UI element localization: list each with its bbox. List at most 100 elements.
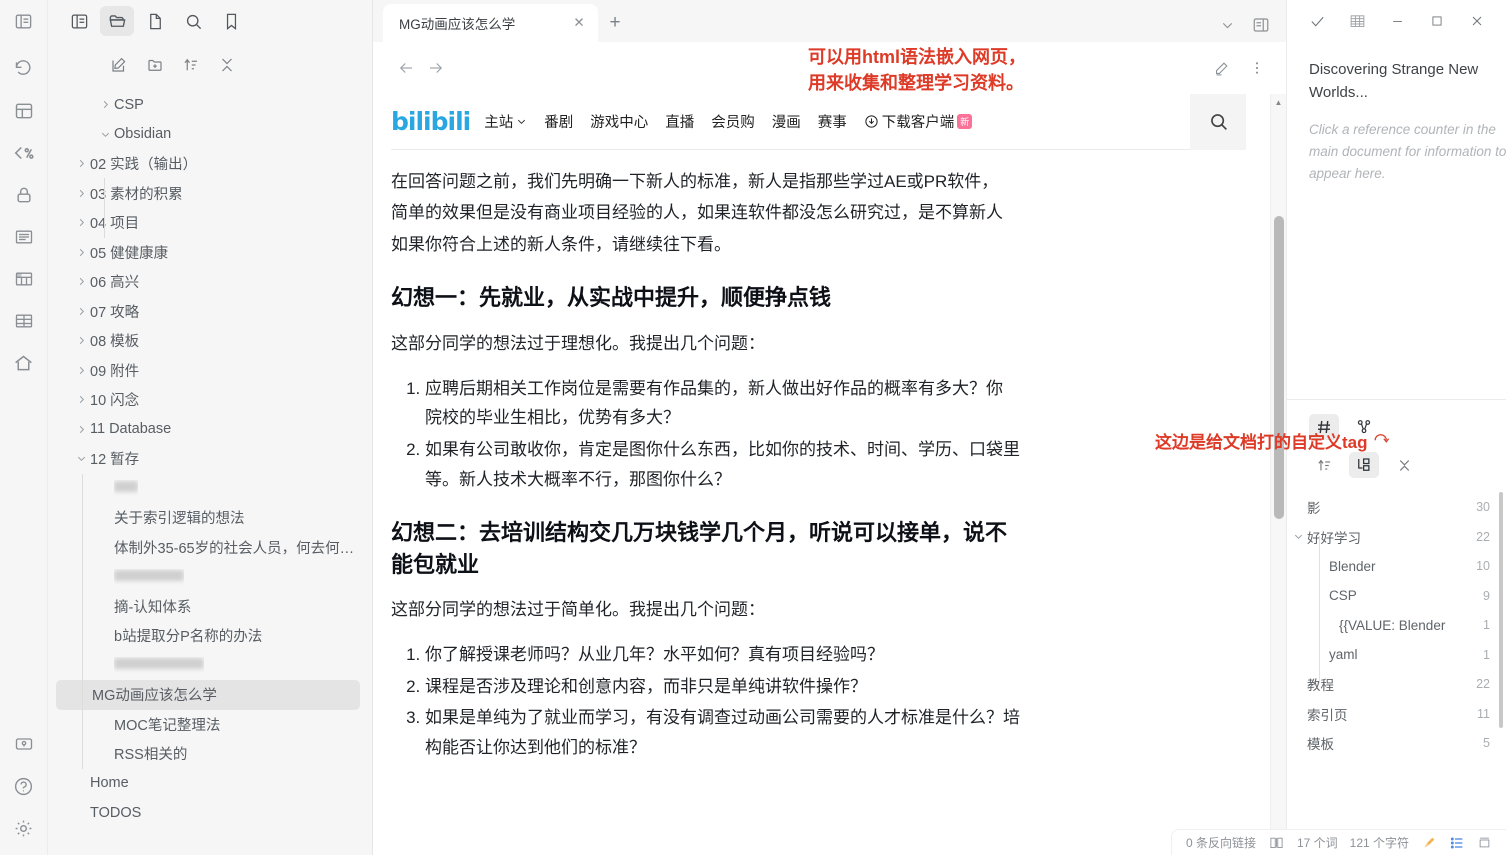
lock-icon[interactable] xyxy=(11,182,37,208)
scrollbar-thumb[interactable] xyxy=(1274,216,1284,519)
chevron-right-icon[interactable] xyxy=(72,276,90,287)
chevron-down-icon[interactable] xyxy=(1216,14,1238,36)
lines-icon[interactable] xyxy=(11,224,37,250)
file-tree-folder[interactable]: 11 Database xyxy=(48,415,372,445)
chevron-right-icon[interactable] xyxy=(72,188,90,199)
collapse-all-icon[interactable] xyxy=(214,52,240,78)
sort-asc-icon[interactable] xyxy=(1309,452,1339,478)
file-tree-folder[interactable]: 04 项目 xyxy=(48,208,372,238)
file-tree[interactable]: CSPObsidian02 实践（输出）03 素材的积累04 项目05 健健康康… xyxy=(48,88,372,855)
tag-list[interactable]: 影30好好学习22Blender10CSP9{{VALUE: Blender1y… xyxy=(1287,492,1506,855)
file-tree-folder[interactable]: CSP xyxy=(48,90,372,120)
new-tab-button[interactable]: + xyxy=(598,4,632,42)
pencil-icon[interactable] xyxy=(1210,57,1232,79)
list-icon[interactable] xyxy=(1449,835,1465,851)
maximize-button[interactable] xyxy=(1426,10,1448,32)
forward-arrow-icon[interactable] xyxy=(421,53,451,83)
chevron-right-icon[interactable] xyxy=(72,394,90,405)
chevron-down-icon[interactable] xyxy=(96,129,114,140)
file-tree-item[interactable]: 关于索引逻辑的想法 xyxy=(48,503,372,533)
tag-list-scrollbar[interactable] xyxy=(1499,492,1503,728)
home-icon[interactable] xyxy=(11,350,37,376)
help-icon[interactable] xyxy=(11,773,37,799)
chevron-down-icon[interactable] xyxy=(72,453,90,464)
file-tree-folder[interactable]: 08 模板 xyxy=(48,326,372,356)
grid-table-icon[interactable] xyxy=(1346,10,1368,32)
file-tree-item[interactable]: b站提取分P名称的办法 xyxy=(48,621,372,651)
close-icon[interactable]: ✕ xyxy=(570,14,588,32)
bilibili-nav[interactable]: 主站番剧游戏中心直播会员购漫画赛事下载客户端新 xyxy=(484,111,972,132)
box-icon[interactable] xyxy=(1477,835,1492,850)
new-folder-icon[interactable] xyxy=(142,52,168,78)
file-tree-item[interactable] xyxy=(48,474,372,504)
file-tree-folder[interactable]: 05 健健康康 xyxy=(48,238,372,268)
file-tree-folder[interactable]: 09 附件 xyxy=(48,356,372,386)
chevron-right-icon[interactable] xyxy=(72,365,90,376)
more-vertical-icon[interactable] xyxy=(1246,57,1268,79)
new-note-icon[interactable] xyxy=(106,52,132,78)
table-split-icon[interactable] xyxy=(11,266,37,292)
file-tree-folder[interactable]: 03 素材的积累 xyxy=(48,179,372,209)
settings-gear-icon[interactable] xyxy=(11,815,37,841)
left-sidebar-toggle-icon[interactable] xyxy=(11,8,37,34)
file-tree-item[interactable]: TODOS xyxy=(48,798,372,828)
chevron-right-icon[interactable] xyxy=(72,247,90,258)
explorer-tab-files[interactable] xyxy=(100,6,134,36)
bilibili-nav-item[interactable]: 游戏中心 xyxy=(590,111,648,132)
explorer-tab-bookmarks[interactable] xyxy=(214,6,248,36)
minimize-button[interactable] xyxy=(1386,10,1408,32)
explorer-tab-search[interactable] xyxy=(176,6,210,36)
table-icon[interactable] xyxy=(11,308,37,334)
file-tree-item[interactable] xyxy=(48,562,372,592)
file-tree-item[interactable]: 体制外35-65岁的社会人员，何去何… xyxy=(48,533,372,563)
file-tree-item[interactable]: Home xyxy=(48,769,372,799)
file-tree-item[interactable] xyxy=(48,651,372,681)
backlinks-count[interactable]: 0 条反向链接 xyxy=(1186,834,1256,851)
undo-icon[interactable] xyxy=(11,56,37,82)
bilibili-nav-item[interactable]: 会员购 xyxy=(711,111,755,132)
file-tree-item[interactable]: MOC笔记整理法 xyxy=(48,710,372,740)
hash-icon[interactable] xyxy=(1309,414,1339,440)
chevron-right-icon[interactable] xyxy=(72,335,90,346)
file-tree-folder[interactable]: Obsidian xyxy=(48,120,372,150)
nested-tag-icon[interactable] xyxy=(1349,452,1379,478)
chevron-down-icon[interactable] xyxy=(1289,531,1307,542)
tag-list-item[interactable]: 影30 xyxy=(1287,492,1506,522)
bilibili-nav-item[interactable]: 赛事 xyxy=(818,111,847,132)
right-sidebar-toggle-icon[interactable] xyxy=(1250,14,1272,36)
file-tree-folder[interactable]: 10 闪念 xyxy=(48,385,372,415)
file-tree-folder[interactable]: 06 高兴 xyxy=(48,267,372,297)
explorer-tab-recent-file[interactable] xyxy=(138,6,172,36)
explorer-tab-sidebar-toggle[interactable] xyxy=(62,6,96,36)
chevrons-collapse-icon[interactable] xyxy=(1389,452,1419,478)
back-arrow-icon[interactable] xyxy=(391,53,421,83)
bilibili-search-icon[interactable] xyxy=(1190,94,1246,150)
chevron-right-icon[interactable] xyxy=(72,158,90,169)
file-tree-folder[interactable]: 07 攻略 xyxy=(48,297,372,327)
chevron-right-icon[interactable] xyxy=(72,424,90,435)
bilibili-nav-item[interactable]: 番剧 xyxy=(544,111,573,132)
bilibili-nav-item[interactable]: 主站 xyxy=(484,111,527,132)
chevron-right-icon[interactable] xyxy=(72,306,90,317)
file-tree-item[interactable]: RSS相关的 xyxy=(48,739,372,769)
chevron-right-icon[interactable] xyxy=(96,99,114,110)
file-tree-folder[interactable]: 02 实践（输出） xyxy=(48,149,372,179)
bilibili-nav-item[interactable]: 漫画 xyxy=(772,111,801,132)
document-content[interactable]: bilibili 主站番剧游戏中心直播会员购漫画赛事下载客户端新 在回答问题之前… xyxy=(373,94,1286,855)
sort-order-icon[interactable] xyxy=(178,52,204,78)
layout-icon[interactable] xyxy=(11,98,37,124)
document-scrollbar[interactable]: ▲ xyxy=(1270,94,1286,855)
document-tab[interactable]: MG动画应该怎么学 ✕ xyxy=(383,4,598,42)
file-tree-folder[interactable]: 12 暂存 xyxy=(48,444,372,474)
check-icon[interactable] xyxy=(1306,10,1328,32)
bilibili-nav-item[interactable]: 直播 xyxy=(665,111,694,132)
tag-list-item[interactable]: 模板5 xyxy=(1287,728,1506,758)
bilibili-nav-item[interactable]: 下载客户端新 xyxy=(864,111,973,132)
code-percent-icon[interactable] xyxy=(11,140,37,166)
brush-icon[interactable] xyxy=(1421,835,1437,851)
chevron-right-icon[interactable] xyxy=(72,217,90,228)
file-tree-item[interactable]: 摘-认知体系 xyxy=(48,592,372,622)
graph-icon[interactable] xyxy=(1349,414,1379,440)
vault-icon[interactable] xyxy=(11,731,37,757)
close-button[interactable] xyxy=(1466,10,1488,32)
